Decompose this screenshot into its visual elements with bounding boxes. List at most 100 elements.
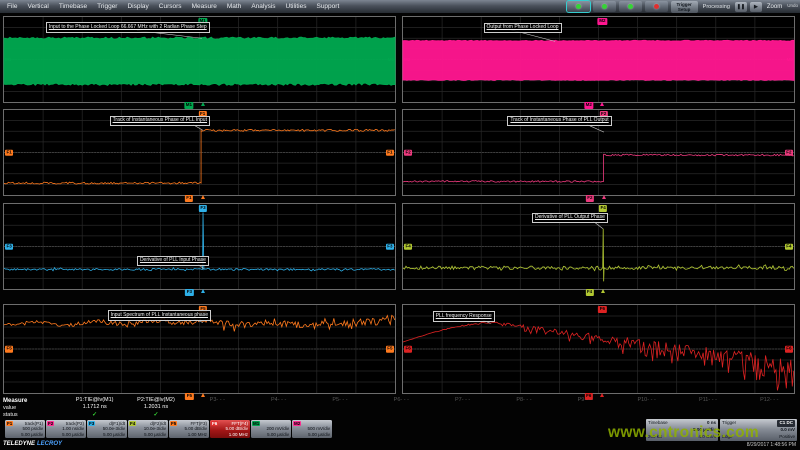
pll-output-signal-trigger-position-marker [600,102,604,106]
grid-pll-input-phase-spectrum[interactable]: Input Spectrum of PLL Instantaneous phas… [3,304,396,394]
measure-value-P1: 1.1712 ns [64,405,125,411]
measure-table: MeasureP1:TIE@lv(M1)P2:TIE@lv(M2)P3- - -… [0,397,800,419]
grid-pll-output-signal[interactable]: Output from Phase Locked LoopM2M2M2M2 [402,16,795,103]
pll-frequency-response-top-marker: F6 [598,306,606,313]
pll-output-signal-annotation: Output from Phase Locked Loop [484,23,562,34]
measure-param-P10[interactable]: P10- - - [616,398,677,404]
measure-param-P2[interactable]: P2:TIE@lv(M2) [125,398,186,404]
descriptor-M1[interactable]: M1200 mV/div5.00 µs/div [251,420,291,438]
descriptor-F1-line3: 5.00 µs/div [21,433,43,438]
descriptor-M2-line3: 5.00 µs/div [308,433,330,438]
pll-input-phase-track-left-level-chip: F1 [5,149,13,156]
pause-button[interactable]: ❚❚ [735,2,747,12]
measure-param-P1[interactable]: P1:TIE@lv(M1) [64,398,125,404]
pll-input-phase-spectrum-annotation: Input Spectrum of PLL Instantaneous phas… [108,310,211,321]
menu-measure[interactable]: Measure [192,3,217,10]
descriptor-F4[interactable]: F4d(F2)/dt10.0e-3/div5.00 µs/div [128,420,168,438]
pll-input-phase-derivative-annotation: Derivative of PLL Input Phase [137,256,209,267]
descriptor-F5-line2: 5.00 dB/div [184,427,207,432]
pll-output-signal-top-marker: M2 [598,18,607,25]
pll-output-phase-track-right-level-chip: F2 [785,149,793,156]
measure-param-P6[interactable]: P6- - - [371,398,432,404]
processing-label: Processing [703,4,730,10]
menu-trigger[interactable]: Trigger [97,3,117,10]
analysis-app-icon-glyph [576,4,581,9]
measure-param-P9[interactable]: P9- - - [555,398,616,404]
measure-param-P4[interactable]: P4- - - [248,398,309,404]
menu-file[interactable]: File [7,3,17,10]
measure-param-P12[interactable]: P12- - - [739,398,800,404]
measure-row-value: value1.1712 ns1.2031 ns [0,404,800,411]
oscilloscope-screen: File Vertical Timebase Trigger Display Cursor… [0,0,800,450]
pll-output-phase-track-annotation: Track of Instantaneous Phase of PLL Outp… [507,116,611,127]
descriptor-F2[interactable]: F2track(P2)1.00 ns/div5.00 µs/div [46,420,86,438]
grid-pll-output-phase-track[interactable]: Track of Instantaneous Phase of PLL Outp… [402,109,795,196]
descriptor-F6-line3: 1.00 MHz [229,433,248,438]
menu-utilities[interactable]: Utilities [286,3,307,10]
stop-app-icon-glyph [654,4,659,9]
brand-teledyne: TELEDYNE [3,441,35,447]
grid-pll-output-phase-derivative[interactable]: Derivative of PLL Output PhaseF4F4F4F4 [402,203,795,290]
pll-input-phase-derivative-top-marker: F3 [199,205,207,212]
descriptor-chip-F4: F4 [129,421,136,426]
pll-input-signal-right-level-chip: M1 [388,57,394,62]
pll-output-phase-track-left-level-chip: F2 [404,149,412,156]
descriptor-F6-line2: 5.00 dB/div [225,427,248,432]
measure-param-P5[interactable]: P5- - - [309,398,370,404]
measure-param-P7[interactable]: P7- - - [432,398,493,404]
descriptor-F1[interactable]: F1track(P1)500 ps/div5.00 µs/div [5,420,45,438]
pll-output-phase-derivative-trigger-position-marker [601,289,605,293]
grid-pll-input-phase-track[interactable]: Track of Instantaneous Phase of PLL Inpu… [3,109,396,196]
math-app-icon[interactable] [593,1,616,12]
stop-app-icon[interactable] [645,1,668,12]
pll-input-phase-derivative-right-level-chip: F3 [386,243,394,250]
datetime-label: 8/29/2017 1:48:56 PM [747,442,796,448]
menu-vertical[interactable]: Vertical [27,3,48,10]
menu-support[interactable]: Support [316,3,339,10]
menu-timebase[interactable]: Timebase [59,3,87,10]
menu-math[interactable]: Math [227,3,241,10]
grid-pll-input-signal[interactable]: Input to the Phase Locked Loop 66.667 MH… [3,16,396,103]
descriptor-chip-F1: F1 [6,421,13,426]
descriptor-M2[interactable]: M2500 mV/div5.00 µs/div [292,420,332,438]
pll-input-phase-track-right-level-chip: F1 [386,149,394,156]
descriptor-F3-line3: 5.00 µs/div [103,433,125,438]
top-toolbar: Trigger Setup Processing ❚❚ ▶ Zoom Undo [567,0,798,13]
zoom-label[interactable]: Zoom [767,4,782,10]
descriptor-F3-line2: 50.0e-3/div [103,427,125,432]
pll-frequency-response-annotation: PLL frequency Response [433,311,495,322]
brand-lecroy: LECROY [37,441,62,447]
measure-app-icon[interactable] [619,1,642,12]
descriptor-F5-line3: 1.00 MHz [188,433,207,438]
descriptor-chip-M1: M1 [252,421,260,426]
trigger-setup-button[interactable]: Trigger Setup [671,1,698,13]
grid-pll-input-phase-derivative[interactable]: Derivative of PLL Input PhaseF3F3F3F3 [3,203,396,290]
analysis-app-icon[interactable] [567,1,590,12]
measure-status-P1: ✓ [64,412,125,418]
pll-input-phase-spectrum-left-level-chip: F5 [5,346,13,353]
pll-output-phase-derivative-bottom-marker: F4 [585,289,593,296]
pll-input-phase-derivative-left-level-chip: F3 [5,243,13,250]
measure-param-P11[interactable]: P11- - - [677,398,738,404]
play-button[interactable]: ▶ [750,2,762,12]
descriptor-M1-line2: 200 mV/div [266,427,289,432]
descriptor-F4-line2: 10.0e-3/div [144,427,166,432]
pll-output-signal-plot [403,17,794,102]
grid-pll-frequency-response[interactable]: PLL frequency ResponseF6F6F6F6 [402,304,795,394]
pll-input-phase-derivative-plot [4,204,395,289]
descriptor-F5[interactable]: F5FFT(F3)5.00 dB/div1.00 MHz [169,420,209,438]
menu-display[interactable]: Display [127,3,148,10]
pll-output-phase-track-trigger-position-marker [602,195,606,199]
measure-param-P3[interactable]: P3- - - [187,398,248,404]
descriptor-F2-line3: 5.00 µs/div [62,433,84,438]
menu-analysis[interactable]: Analysis [251,3,275,10]
descriptor-F3[interactable]: F3d(F1)/dt50.0e-3/div5.00 µs/div [87,420,127,438]
descriptor-chip-F3: F3 [88,421,95,426]
descriptor-chip-F2: F2 [47,421,54,426]
pll-input-signal-trigger-position-marker [201,102,205,106]
descriptor-F6[interactable]: F6FFT(F4)5.00 dB/div1.00 MHz [210,420,250,438]
pll-output-phase-track-bottom-marker: F2 [586,195,594,202]
measure-param-P8[interactable]: P8- - - [493,398,554,404]
undo-button[interactable]: Undo [787,4,798,9]
menu-cursors[interactable]: Cursors [159,3,182,10]
